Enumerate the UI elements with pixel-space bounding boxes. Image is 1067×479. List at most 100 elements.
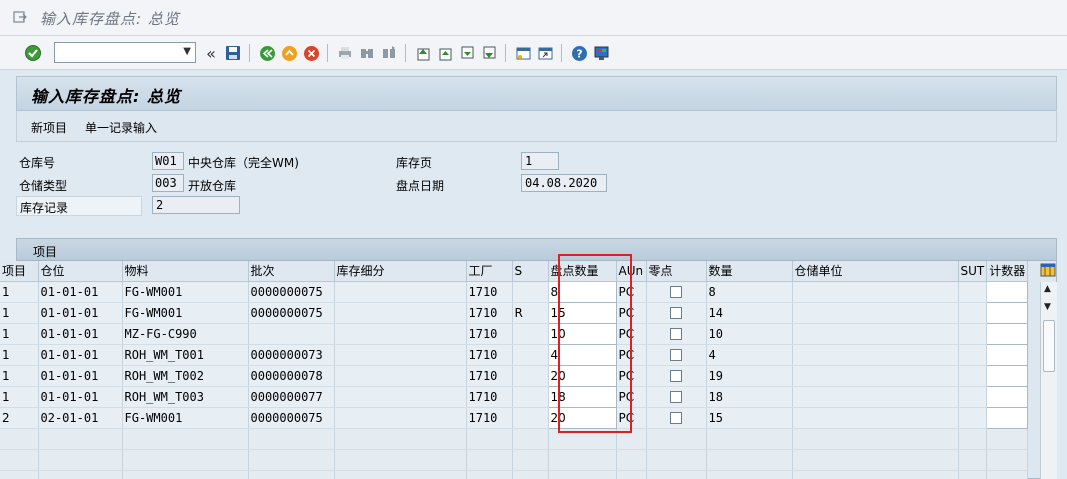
first-page-icon[interactable]: [414, 44, 432, 62]
table-cell: [512, 323, 549, 345]
screen-header: 输入库存盘点: 总览: [16, 76, 1057, 111]
table-row[interactable]: 1 01-01-01 ROH_WM_T003 0000000077 1710 18 PC 18: [0, 385, 1029, 408]
column-header[interactable]: SUT: [958, 261, 988, 282]
double-chevron-left-icon[interactable]: «: [202, 44, 220, 63]
counted-quantity-input[interactable]: 18: [547, 385, 617, 408]
table-row[interactable]: 1 01-01-01 ROH_WM_T002 0000000078 1710 20 PC 19: [0, 364, 1029, 387]
vertical-scrollbar[interactable]: ▲ ▼: [1040, 282, 1057, 479]
column-header[interactable]: 项目: [0, 261, 39, 282]
chevron-down-icon[interactable]: ▼: [183, 46, 191, 57]
page-title: 输入库存盘点: 总览: [31, 87, 181, 106]
empty-cell: [958, 449, 988, 471]
print-icon[interactable]: [336, 44, 354, 62]
zero-count-checkbox[interactable]: [670, 328, 682, 340]
inventory-record-label: 库存记录: [16, 196, 142, 216]
table-cell: 1: [0, 386, 39, 408]
table-row[interactable]: 1 01-01-01 MZ-FG-C990 1710 10 PC 10: [0, 322, 1029, 345]
counted-quantity-input[interactable]: 20: [547, 406, 617, 429]
zero-count-checkbox[interactable]: [670, 370, 682, 382]
column-header[interactable]: 仓位: [38, 261, 123, 282]
single-entry-button[interactable]: 单一记录输入: [85, 119, 157, 136]
table-cell: [958, 386, 988, 408]
counter-input[interactable]: [986, 301, 1029, 324]
help-icon[interactable]: ?: [570, 44, 588, 62]
last-page-icon[interactable]: [480, 44, 498, 62]
enter-icon[interactable]: [24, 44, 42, 62]
column-header[interactable]: S: [512, 261, 549, 282]
table-cell: [248, 323, 335, 345]
new-item-button[interactable]: 新项目: [31, 119, 67, 136]
scroll-up-icon[interactable]: ▲: [1044, 284, 1051, 294]
table-cell: 01-01-01: [38, 344, 123, 366]
cancel-icon[interactable]: [302, 44, 320, 62]
zero-count-checkbox[interactable]: [670, 307, 682, 319]
zero-count-checkbox[interactable]: [670, 349, 682, 361]
table-row[interactable]: 1 01-01-01 FG-WM001 0000000075 1710 8 PC 8: [0, 280, 1029, 303]
table-row[interactable]: 1 01-01-01 ROH_WM_T001 0000000073 1710 4 PC 4: [0, 343, 1029, 366]
find-next-icon[interactable]: [380, 44, 398, 62]
table-cell: 15: [706, 407, 793, 429]
counter-input[interactable]: [986, 322, 1029, 345]
table-row[interactable]: 2 02-01-01 FG-WM001 0000000075 1710 20 PC 15: [0, 406, 1029, 429]
back-icon[interactable]: [258, 44, 276, 62]
column-settings-icon[interactable]: [1040, 262, 1056, 278]
column-header[interactable]: 库存细分: [334, 261, 467, 282]
zero-count-checkbox[interactable]: [670, 412, 682, 424]
column-header[interactable]: 批次: [248, 261, 335, 282]
new-session-icon[interactable]: [514, 44, 532, 62]
column-header[interactable]: 数量: [706, 261, 793, 282]
command-field[interactable]: ▼: [54, 42, 196, 63]
counter-input[interactable]: [986, 364, 1029, 387]
counted-quantity-input[interactable]: 10: [547, 322, 617, 345]
count-date-field[interactable]: 04.08.2020: [521, 174, 607, 192]
empty-cell: [38, 470, 123, 479]
counter-input[interactable]: [986, 280, 1029, 303]
column-header[interactable]: AUn: [616, 261, 647, 282]
zero-count-checkbox[interactable]: [670, 391, 682, 403]
empty-cell: [706, 428, 793, 450]
warehouse-field[interactable]: W01: [152, 152, 184, 170]
inventory-record-field[interactable]: 2: [152, 196, 240, 214]
shortcut-icon[interactable]: [536, 44, 554, 62]
find-icon[interactable]: [358, 44, 376, 62]
next-page-icon[interactable]: [458, 44, 476, 62]
column-header[interactable]: 计数器: [986, 261, 1029, 282]
scroll-down-icon[interactable]: ▼: [1044, 302, 1051, 312]
table-cell: [792, 365, 959, 387]
column-header[interactable]: 零点: [646, 261, 707, 282]
customize-layout-icon[interactable]: [592, 44, 610, 62]
prev-page-icon[interactable]: [436, 44, 454, 62]
column-header[interactable]: 盘点数量: [548, 261, 617, 282]
table-cell: [792, 344, 959, 366]
column-header[interactable]: 仓储单位: [792, 261, 959, 282]
table-cell: 1: [0, 323, 39, 345]
counted-quantity-input[interactable]: 15: [547, 301, 617, 324]
inventory-page-field[interactable]: 1: [521, 152, 559, 170]
empty-cell: [0, 449, 39, 471]
counter-input[interactable]: [986, 406, 1029, 429]
empty-cell: [616, 470, 647, 479]
counted-quantity-input[interactable]: 8: [547, 280, 617, 303]
column-header[interactable]: 工厂: [466, 261, 513, 282]
counter-input[interactable]: [986, 385, 1029, 408]
empty-cell: [122, 428, 249, 450]
zero-count-cell: [646, 344, 707, 366]
counted-quantity-input[interactable]: 4: [547, 343, 617, 366]
column-header[interactable]: 物料: [122, 261, 249, 282]
scroll-thumb[interactable]: [1043, 320, 1055, 372]
zero-count-checkbox[interactable]: [670, 286, 682, 298]
empty-cell: [38, 428, 123, 450]
exit-icon[interactable]: [280, 44, 298, 62]
empty-cell: [466, 428, 513, 450]
empty-cell: [986, 428, 1029, 450]
counted-quantity-input[interactable]: 20: [547, 364, 617, 387]
table-cell: 01-01-01: [38, 386, 123, 408]
table-cell: FG-WM001: [122, 281, 249, 303]
counter-input[interactable]: [986, 343, 1029, 366]
table-cell: 1: [0, 344, 39, 366]
save-icon[interactable]: [224, 44, 242, 62]
menu-icon[interactable]: [13, 10, 27, 24]
storage-type-field[interactable]: 003: [152, 174, 184, 192]
table-row[interactable]: 1 01-01-01 FG-WM001 0000000075 1710 R 15 PC 14: [0, 301, 1029, 324]
empty-cell: [792, 470, 959, 479]
